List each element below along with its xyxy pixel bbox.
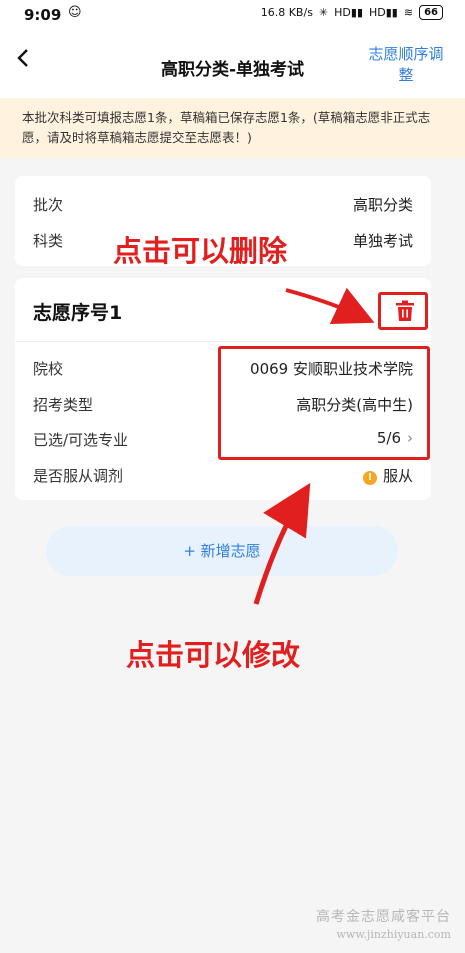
annotation-arrows xyxy=(253,287,375,605)
arrow-to-delete xyxy=(285,287,375,324)
watermark: 高考金志愿咸客平台 www.jinzhiyuan.com xyxy=(316,906,451,941)
watermark-line1: 高考金志愿咸客平台 xyxy=(316,909,451,925)
watermark-line2: www.jinzhiyuan.com xyxy=(336,928,451,941)
arrow-to-edit xyxy=(253,482,311,605)
